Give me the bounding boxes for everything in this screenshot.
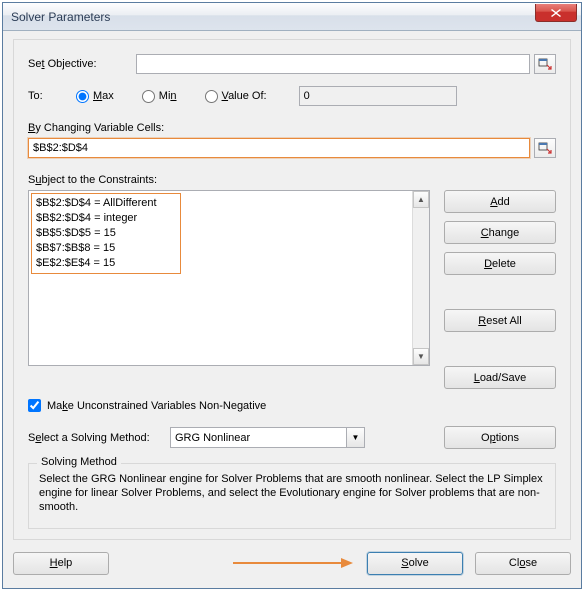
solving-method-box: Solving Method Select the GRG Nonlinear … [28, 463, 556, 529]
objective-label: Set Objective: [28, 58, 136, 70]
constraint-item[interactable]: $B$2:$D$4 = integer [36, 211, 176, 226]
method-dropdown[interactable]: GRG Nonlinear ▼ [170, 427, 365, 448]
radio-max-input[interactable] [76, 90, 89, 103]
load-save-button[interactable]: Load/Save [444, 366, 556, 389]
changing-label: By Changing Variable Cells: [28, 122, 556, 134]
constraints-area: $B$2:$D$4 = AllDifferent $B$2:$D$4 = int… [28, 190, 556, 389]
help-button[interactable]: Help [13, 552, 109, 575]
radio-min-input[interactable] [142, 90, 155, 103]
constraint-item[interactable]: $B$5:$D$5 = 15 [36, 226, 176, 241]
nonneg-checkbox[interactable] [28, 399, 41, 412]
constraints-items-highlight: $B$2:$D$4 = AllDifferent $B$2:$D$4 = int… [31, 193, 181, 274]
change-button[interactable]: Change [444, 221, 556, 244]
solver-dialog: Solver Parameters Set Objective: [2, 2, 582, 589]
objective-range-button[interactable] [534, 54, 556, 74]
close-icon [551, 9, 561, 17]
method-row: Select a Solving Method: GRG Nonlinear ▼… [28, 426, 556, 449]
radio-max[interactable]: Max [76, 90, 114, 103]
add-button[interactable]: Add [444, 190, 556, 213]
method-label: Select a Solving Method: [28, 432, 158, 444]
changing-row [28, 138, 556, 158]
scroll-down-icon[interactable]: ▼ [413, 348, 429, 365]
delete-button[interactable]: Delete [444, 252, 556, 275]
scrollbar[interactable]: ▲ ▼ [412, 191, 429, 365]
options-button[interactable]: Options [444, 426, 556, 449]
radio-valueof[interactable]: Value Of: [205, 90, 267, 103]
scroll-up-icon[interactable]: ▲ [413, 191, 429, 208]
constraint-item[interactable]: $E$2:$E$4 = 15 [36, 256, 176, 271]
window-title: Solver Parameters [11, 10, 110, 24]
solving-method-text: Select the GRG Nonlinear engine for Solv… [39, 472, 545, 514]
radio-valueof-input[interactable] [205, 90, 218, 103]
constraints-listbox[interactable]: $B$2:$D$4 = AllDifferent $B$2:$D$4 = int… [28, 190, 430, 366]
reset-all-button[interactable]: Reset All [444, 309, 556, 332]
radio-min[interactable]: Min [142, 90, 177, 103]
valueof-input[interactable] [299, 86, 457, 106]
solving-method-legend: Solving Method [37, 456, 121, 468]
to-label: To: [28, 90, 76, 102]
nonneg-row: Make Unconstrained Variables Non-Negativ… [28, 399, 556, 412]
constraint-buttons: Add Change Delete Reset All Load/Save [444, 190, 556, 389]
chevron-down-icon[interactable]: ▼ [346, 428, 364, 447]
range-select-icon [538, 142, 552, 154]
nonneg-label: Make Unconstrained Variables Non-Negativ… [47, 400, 266, 412]
range-select-icon [538, 58, 552, 70]
dialog-footer: Help Solve Close [13, 548, 571, 578]
close-window-button[interactable] [535, 4, 577, 22]
objective-input[interactable] [136, 54, 530, 74]
objective-row: Set Objective: [28, 54, 556, 74]
constraint-item[interactable]: $B$2:$D$4 = AllDifferent [36, 196, 176, 211]
dialog-content: Set Objective: To: Max [3, 31, 581, 588]
constraint-item[interactable]: $B$7:$B$8 = 15 [36, 241, 176, 256]
method-selected: GRG Nonlinear [175, 432, 250, 444]
changing-cells-input[interactable] [28, 138, 530, 158]
main-panel: Set Objective: To: Max [13, 39, 571, 540]
solve-button[interactable]: Solve [367, 552, 463, 575]
changing-range-button[interactable] [534, 138, 556, 158]
constraints-label: Subject to the Constraints: [28, 174, 556, 186]
to-radio-group: Max Min Value Of: [76, 90, 267, 103]
close-button[interactable]: Close [475, 552, 571, 575]
to-row: To: Max Min Value Of: [28, 86, 556, 106]
titlebar: Solver Parameters [3, 3, 581, 31]
